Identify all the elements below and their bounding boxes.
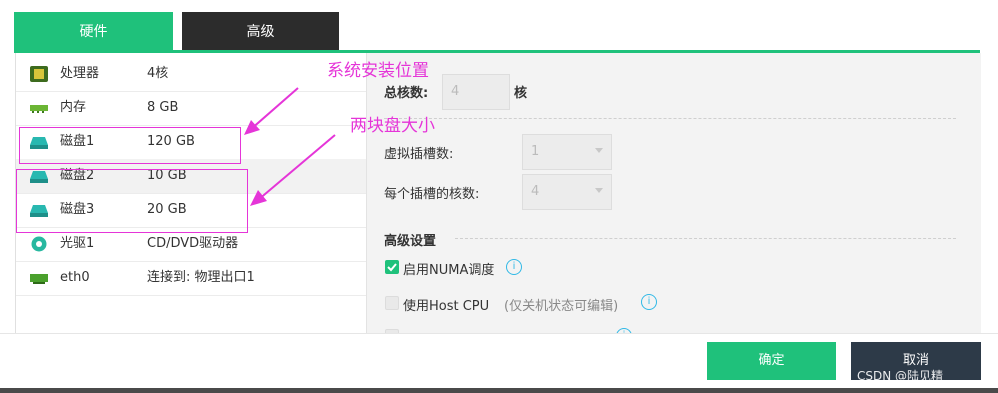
ok-button[interactable]: 确定 [707, 342, 836, 380]
chevron-down-icon [595, 148, 603, 153]
cores-per-socket-select[interactable]: 4 [522, 174, 612, 210]
advanced-settings-title: 高级设置 [384, 234, 437, 249]
host-cpu-hint: (仅关机状态可编辑) [504, 299, 619, 314]
cores-per-socket-value: 4 [531, 184, 540, 199]
device-value: 8 GB [147, 100, 179, 115]
annotation-box-disk1 [19, 127, 241, 164]
cores-unit: 核 [514, 86, 528, 101]
device-value: 4核 [147, 66, 169, 81]
total-cores-input[interactable]: 4 [442, 74, 510, 110]
check-icon [387, 263, 397, 272]
device-value: 连接到: 物理出口1 [147, 270, 255, 285]
sockets-label: 虚拟插槽数: [384, 147, 454, 162]
device-row-eth0[interactable]: eth0 连接到: 物理出口1 [16, 261, 366, 296]
device-settings: 总核数: 4 核 虚拟插槽数: 1 每个插槽的核数: 4 高级设置 启用NUMA… [367, 53, 981, 335]
host-cpu-label: 使用Host CPU [403, 299, 490, 314]
annotation-disk-sizes: 两块盘大小 [350, 116, 435, 136]
device-row-memory[interactable]: 内存 8 GB [16, 91, 366, 126]
cores-per-socket-label: 每个插槽的核数: [384, 187, 480, 202]
sockets-value: 1 [531, 144, 540, 159]
device-row-cpu[interactable]: 处理器 4核 [16, 57, 366, 92]
divider [384, 118, 956, 119]
tab-advanced[interactable]: 高级 [182, 12, 339, 50]
memory-icon [30, 105, 48, 113]
total-cores-label: 总核数: [384, 86, 429, 101]
info-icon[interactable]: i [506, 259, 522, 275]
dialog-footer [0, 333, 998, 389]
device-name: 内存 [60, 100, 87, 115]
network-icon [30, 274, 48, 284]
annotation-box-disk2-3 [16, 169, 248, 233]
device-name: 处理器 [60, 66, 100, 81]
divider [455, 238, 956, 239]
numa-label: 启用NUMA调度 [403, 263, 495, 278]
device-name: eth0 [60, 270, 90, 285]
watermark: CSDN @陆见精 [857, 369, 944, 383]
info-icon[interactable]: i [641, 294, 657, 310]
cdrom-icon [31, 236, 47, 252]
cpu-icon [30, 66, 48, 82]
numa-checkbox[interactable] [385, 260, 399, 274]
annotation-install-location: 系统安装位置 [327, 61, 429, 81]
tab-hardware[interactable]: 硬件 [14, 12, 173, 50]
bottom-bar [0, 388, 998, 393]
chevron-down-icon [595, 188, 603, 193]
sockets-select[interactable]: 1 [522, 134, 612, 170]
host-cpu-checkbox[interactable] [385, 296, 399, 310]
